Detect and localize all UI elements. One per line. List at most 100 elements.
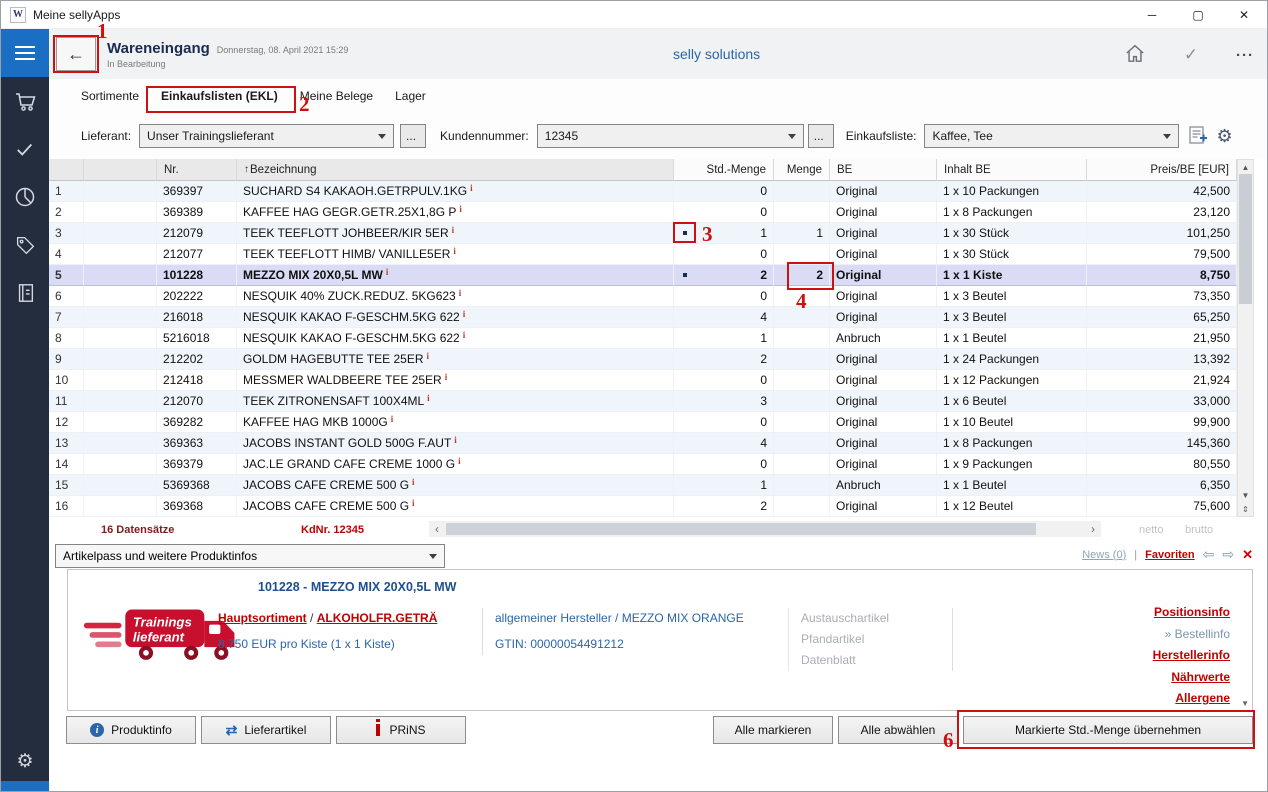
- table-row[interactable]: 10 212418 MESSMER WALDBEERE TEE 25ER 0 O…: [49, 370, 1237, 391]
- sidebar-item-tasks[interactable]: [1, 125, 49, 173]
- col-nr[interactable]: Nr.: [157, 159, 237, 181]
- table-row[interactable]: 8 5216018 NESQUIK KAKAO F-GESCHM.5KG 622…: [49, 328, 1237, 349]
- hauptsortiment-link[interactable]: Hauptsortiment: [218, 611, 307, 625]
- menge-cell[interactable]: [774, 433, 830, 454]
- col-preis[interactable]: Preis/BE [EUR]: [1087, 159, 1237, 181]
- kundennummer-more-button[interactable]: ...: [808, 124, 834, 148]
- tab[interactable]: Meine Belege: [300, 89, 373, 103]
- table-row[interactable]: 9 212202 GOLDM HAGEBUTTE TEE 25ER 2 Orig…: [49, 349, 1237, 370]
- horizontal-scrollbar[interactable]: ‹ ›: [429, 521, 1101, 537]
- alle-markieren-button[interactable]: Alle markieren: [713, 716, 833, 744]
- menge-cell[interactable]: [774, 391, 830, 412]
- alle-abwaehlen-button[interactable]: Alle abwählen: [838, 716, 958, 744]
- table-row[interactable]: 12 369282 KAFFEE HAG MKB 1000G 0 Origina…: [49, 412, 1237, 433]
- row-number: 16: [49, 496, 84, 517]
- scroll-up-icon[interactable]: ▲: [1238, 160, 1253, 174]
- prins-button[interactable]: PRiNS: [336, 716, 466, 744]
- menge-cell[interactable]: [774, 370, 830, 391]
- einkaufsliste-select[interactable]: Kaffee, Tee: [924, 124, 1179, 148]
- new-list-icon[interactable]: [1188, 125, 1208, 148]
- table-row[interactable]: 6 202222 NESQUIK 40% ZUCK.REDUZ. 5KG623 …: [49, 286, 1237, 307]
- menge-cell[interactable]: [774, 328, 830, 349]
- tab[interactable]: Lager: [395, 89, 426, 103]
- tab[interactable]: Einkaufslisten (EKL): [161, 89, 278, 103]
- row-flag-cell: [84, 328, 157, 349]
- detail-info-link[interactable]: Positionsinfo: [953, 602, 1230, 624]
- menge-cell[interactable]: 1: [774, 223, 830, 244]
- article-number: 212418: [157, 370, 237, 391]
- horizontal-scroll-thumb[interactable]: [446, 523, 1036, 535]
- close-detail-icon[interactable]: ✕: [1242, 547, 1253, 563]
- table-row[interactable]: 3 212079 TEEK TEEFLOTT JOHBEER/KIR 5ER 1…: [49, 223, 1237, 244]
- table-row[interactable]: 4 212077 TEEK TEEFLOTT HIMB/ VANILLE5ER …: [49, 244, 1237, 265]
- maximize-button[interactable]: ▢: [1175, 1, 1221, 29]
- col-be[interactable]: BE: [830, 159, 937, 181]
- sidebar-item-cart[interactable]: [1, 77, 49, 125]
- detail-info-link[interactable]: Allergene: [953, 688, 1230, 710]
- table-row[interactable]: 13 369363 JACOBS INSTANT GOLD 500G F.AUT…: [49, 433, 1237, 454]
- table-row[interactable]: 16 369368 JACOBS CAFE CREME 500 G 2 Orig…: [49, 496, 1237, 517]
- warengruppe-link[interactable]: ALKOHOLFR.GETRÄ: [317, 611, 438, 625]
- vertical-scroll-thumb[interactable]: [1239, 174, 1252, 304]
- detail-scroll-down-icon[interactable]: ▼: [1241, 699, 1249, 708]
- scroll-right-icon[interactable]: ›: [1085, 522, 1101, 536]
- detail-info-link[interactable]: Nährwerte: [953, 667, 1230, 689]
- detail-info-link[interactable]: » Bestellinfo: [953, 624, 1230, 646]
- scroll-left-icon[interactable]: ‹: [429, 522, 445, 536]
- next-article-icon[interactable]: ⇨: [1222, 546, 1234, 563]
- menge-cell[interactable]: [774, 349, 830, 370]
- app-icon: W: [10, 7, 26, 23]
- menge-cell[interactable]: [774, 475, 830, 496]
- menge-cell[interactable]: [774, 454, 830, 475]
- list-settings-icon[interactable]: ⚙: [1216, 126, 1232, 147]
- col-bezeichnung[interactable]: ↑ Bezeichnung: [237, 159, 674, 181]
- table-row[interactable]: 2 369389 KAFFEE HAG GEGR.GETR.25X1,8G P …: [49, 202, 1237, 223]
- detail-info-link[interactable]: Herstellerinfo: [953, 645, 1230, 667]
- more-menu-button[interactable]: ···: [1231, 42, 1259, 68]
- table-row[interactable]: 1 369397 SUCHARD S4 KAKAOH.GETRPULV.1KG …: [49, 181, 1237, 202]
- table-row[interactable]: 14 369379 JAC.LE GRAND CAFE CREME 1000 G…: [49, 454, 1237, 475]
- menge-cell[interactable]: [774, 412, 830, 433]
- sidebar-item-catalog[interactable]: [1, 269, 49, 317]
- menge-cell[interactable]: [774, 244, 830, 265]
- favoriten-link[interactable]: Favoriten: [1145, 549, 1195, 561]
- lieferant-select[interactable]: Unser Trainingslieferant: [139, 124, 394, 148]
- col-std-menge[interactable]: Std.-Menge: [674, 159, 774, 181]
- close-button[interactable]: ✕: [1221, 1, 1267, 29]
- sidebar-item-statistics[interactable]: [1, 173, 49, 221]
- lieferartikel-button[interactable]: ⇄ Lieferartikel: [201, 716, 331, 744]
- minimize-button[interactable]: ─: [1129, 1, 1175, 29]
- table-row[interactable]: 7 216018 NESQUIK KAKAO F-GESCHM.5KG 622 …: [49, 307, 1237, 328]
- std-menge-uebernehmen-button[interactable]: Markierte Std.-Menge übernehmen: [963, 716, 1253, 744]
- menge-cell[interactable]: 2: [774, 265, 830, 286]
- lieferant-more-button[interactable]: ...: [400, 124, 426, 148]
- scroll-updown-icon[interactable]: ⇕: [1238, 502, 1253, 516]
- scroll-down-icon[interactable]: ▼: [1238, 488, 1253, 502]
- check-icon: [14, 139, 36, 159]
- table-row[interactable]: 15 5369368 JACOBS CAFE CREME 500 G 1 Anb…: [49, 475, 1237, 496]
- news-link[interactable]: News (0): [1082, 549, 1126, 561]
- vertical-scrollbar[interactable]: ▲ ▼ ⇕: [1237, 159, 1254, 517]
- menge-cell[interactable]: [774, 496, 830, 517]
- tab[interactable]: Sortimente: [81, 89, 139, 103]
- sidebar-menu-button[interactable]: [1, 29, 49, 77]
- kundennummer-select[interactable]: 12345: [537, 124, 804, 148]
- table-row[interactable]: 11 212070 TEEK ZITRONENSAFT 100X4ML 3 Or…: [49, 391, 1237, 412]
- table-row[interactable]: 5 101228 MEZZO MIX 20X0,5L MW 2 2 Origin…: [49, 265, 1237, 286]
- produktinfo-button[interactable]: i Produktinfo: [66, 716, 196, 744]
- sidebar-item-prices[interactable]: [1, 221, 49, 269]
- back-button[interactable]: ←: [56, 37, 96, 71]
- prev-article-icon[interactable]: ⇦: [1203, 546, 1215, 563]
- sidebar-settings-button[interactable]: ⚙: [1, 741, 49, 781]
- menge-cell[interactable]: [774, 181, 830, 202]
- home-button[interactable]: [1121, 42, 1149, 68]
- col-menge[interactable]: Menge: [774, 159, 830, 181]
- menge-cell[interactable]: [774, 202, 830, 223]
- be-cell: Original: [830, 307, 937, 328]
- detail-view-select[interactable]: Artikelpass und weitere Produktinfos: [55, 544, 445, 568]
- menge-cell[interactable]: [774, 307, 830, 328]
- approve-button[interactable]: ✓: [1177, 42, 1205, 68]
- std-menge-cell: 0: [674, 370, 774, 391]
- menge-cell[interactable]: [774, 286, 830, 307]
- col-inhalt-be[interactable]: Inhalt BE: [937, 159, 1087, 181]
